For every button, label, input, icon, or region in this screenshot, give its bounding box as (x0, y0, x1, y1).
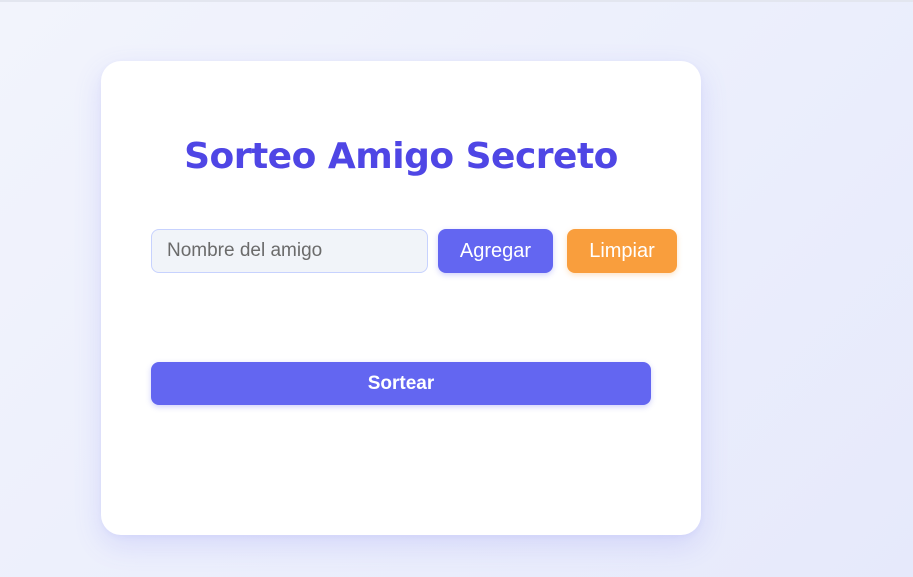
draw-result (151, 421, 691, 461)
add-button[interactable]: Agregar (438, 229, 553, 273)
page-title: Sorteo Amigo Secreto (184, 136, 618, 177)
top-divider (0, 0, 913, 2)
friends-list (151, 286, 651, 346)
main-card: Sorteo Amigo Secreto Agregar Limpiar Sor… (101, 61, 701, 535)
clear-button[interactable]: Limpiar (567, 229, 677, 273)
draw-button[interactable]: Sortear (151, 362, 651, 405)
friend-name-input[interactable] (151, 229, 428, 273)
